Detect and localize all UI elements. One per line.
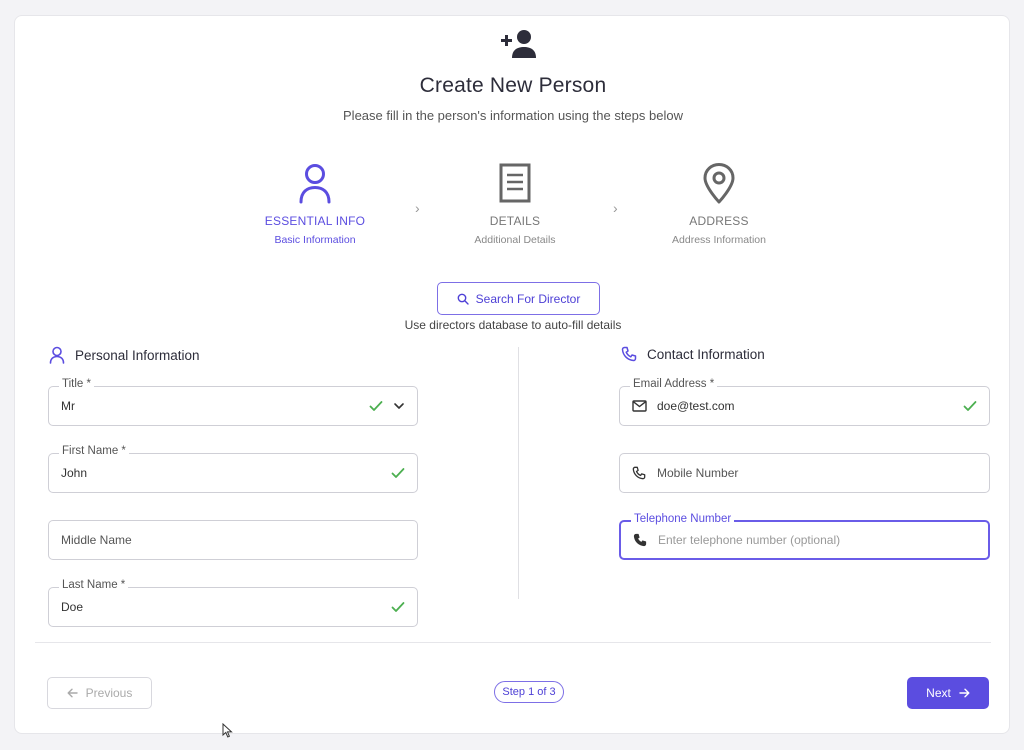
arrow-left-icon: [67, 688, 78, 698]
title-label: Title *: [59, 378, 94, 390]
user-icon: [49, 346, 65, 364]
section-title: Contact Information: [647, 346, 765, 362]
step-sublabel: Additional Details: [474, 234, 556, 246]
step-label: ESSENTIAL INFO: [264, 214, 366, 228]
chevron-right-icon: ›: [415, 200, 420, 216]
step-details[interactable]: DETAILS Additional Details: [435, 162, 595, 246]
page-subtitle: Please fill in the person's information …: [343, 108, 683, 123]
step-sublabel: Address Information: [672, 234, 766, 246]
document-icon: [499, 163, 531, 203]
step-indicator-badge: Step 1 of 3: [494, 681, 564, 703]
chevron-down-icon[interactable]: [393, 402, 405, 410]
next-button[interactable]: Next: [907, 677, 989, 709]
personal-info-heading: Personal Information: [49, 346, 200, 364]
search-director-label: Search For Director: [475, 291, 581, 306]
middle-name-placeholder: Middle Name: [61, 533, 132, 547]
search-director-button[interactable]: Search For Director: [437, 282, 600, 315]
telephone-label: Telephone Number: [631, 513, 735, 525]
add-user-icon: [501, 30, 536, 58]
mouse-cursor-icon: [222, 723, 233, 738]
last-name-field[interactable]: Last Name * Doe: [48, 579, 418, 627]
middle-name-field[interactable]: Middle Name: [48, 520, 418, 560]
step-address[interactable]: ADDRESS Address Information: [639, 162, 799, 246]
chevron-right-icon: ›: [613, 200, 618, 216]
footer-divider: [35, 642, 991, 643]
last-name-value: Doe: [61, 600, 84, 614]
step-label: DETAILS: [489, 214, 541, 228]
check-icon: [963, 400, 977, 412]
column-divider: [518, 347, 519, 599]
check-icon: [369, 400, 383, 412]
phone-icon: [632, 465, 648, 481]
mail-icon: [632, 398, 648, 414]
email-field[interactable]: Email Address * doe@test.com: [619, 378, 990, 426]
director-hint: Use directors database to auto-fill deta…: [404, 318, 622, 332]
previous-label: Previous: [85, 686, 133, 700]
arrow-right-icon: [959, 688, 970, 698]
user-icon: [299, 164, 331, 204]
step-essential-info[interactable]: ESSENTIAL INFO Basic Information: [235, 162, 395, 246]
search-icon: [457, 293, 469, 305]
create-person-card: Create New Person Please fill in the per…: [14, 15, 1010, 734]
phone-icon: [633, 532, 649, 548]
step-sublabel: Basic Information: [274, 234, 356, 246]
first-name-label: First Name *: [59, 445, 129, 457]
last-name-label: Last Name *: [59, 579, 129, 591]
step-label: ADDRESS: [689, 214, 749, 228]
email-label: Email Address *: [630, 378, 718, 390]
telephone-number-field[interactable]: Telephone Number Enter telephone number …: [619, 513, 990, 560]
check-icon: [391, 601, 405, 613]
title-value: Mr: [61, 399, 75, 413]
email-value: doe@test.com: [657, 399, 735, 413]
telephone-placeholder: Enter telephone number (optional): [658, 533, 841, 547]
section-title: Personal Information: [75, 347, 200, 363]
phone-icon: [621, 346, 637, 362]
first-name-value: John: [61, 466, 88, 480]
mobile-number-placeholder: Mobile Number: [657, 466, 739, 480]
first-name-field[interactable]: First Name * John: [48, 445, 418, 493]
page-title: Create New Person: [419, 74, 607, 97]
check-icon: [391, 467, 405, 479]
contact-info-heading: Contact Information: [621, 346, 765, 362]
previous-button[interactable]: Previous: [47, 677, 152, 709]
location-pin-icon: [703, 163, 735, 204]
mobile-number-field[interactable]: Mobile Number: [619, 453, 990, 493]
next-label: Next: [926, 686, 951, 700]
title-select[interactable]: Title * Mr: [48, 378, 418, 426]
